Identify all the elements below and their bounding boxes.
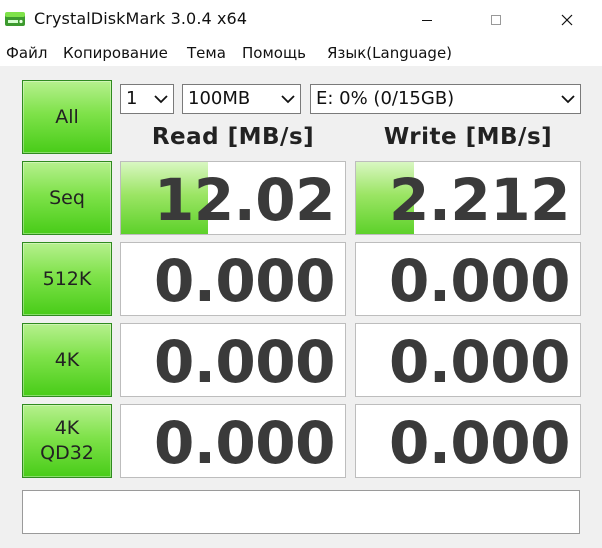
disk-app-icon xyxy=(5,12,25,26)
4k-write-result: 0.000 xyxy=(355,323,581,397)
test-label: 4K xyxy=(54,348,80,371)
read-value: 0.000 xyxy=(154,247,335,315)
menu-file[interactable]: Файл xyxy=(6,44,47,62)
write-value: 0.000 xyxy=(389,247,570,315)
test-label: 4K QD32 xyxy=(40,417,94,464)
seq-read-result: 12.02 xyxy=(120,161,346,235)
menu-copy[interactable]: Копирование xyxy=(63,44,168,62)
title-bar: CrystalDiskMark 3.0.4 x64 xyxy=(0,0,602,40)
4k-read-result: 0.000 xyxy=(120,323,346,397)
maximize-button[interactable] xyxy=(473,0,519,40)
test-size-select[interactable]: 100MB xyxy=(182,84,301,114)
seq-test-button[interactable]: Seq xyxy=(22,161,112,235)
test-size-value: 100MB xyxy=(188,88,251,109)
minimize-button[interactable] xyxy=(404,0,450,40)
menu-help[interactable]: Помощь xyxy=(242,44,306,62)
512k-read-result: 0.000 xyxy=(120,242,346,316)
read-value: 0.000 xyxy=(154,328,335,396)
write-value: 0.000 xyxy=(389,328,570,396)
window-title: CrystalDiskMark 3.0.4 x64 xyxy=(34,9,248,28)
4k-qd32-test-button[interactable]: 4K QD32 xyxy=(22,404,112,478)
read-value: 0.000 xyxy=(154,409,335,477)
test-count-value: 1 xyxy=(126,88,138,109)
all-button[interactable]: All xyxy=(22,80,112,154)
test-count-select[interactable]: 1 xyxy=(120,84,174,114)
chevron-down-icon xyxy=(281,95,295,104)
menu-theme[interactable]: Тема xyxy=(187,44,226,62)
close-icon xyxy=(561,14,573,26)
write-value: 0.000 xyxy=(389,409,570,477)
menu-bar: Файл Копирование Тема Помощь Язык(Langua… xyxy=(0,40,602,66)
maximize-icon xyxy=(491,15,501,25)
menu-language[interactable]: Язык(Language) xyxy=(327,44,452,62)
512k-test-button[interactable]: 512K xyxy=(22,242,112,316)
512k-write-result: 0.000 xyxy=(355,242,581,316)
4k-test-button[interactable]: 4K xyxy=(22,323,112,397)
close-button[interactable] xyxy=(544,0,590,40)
chevron-down-icon xyxy=(154,95,168,104)
write-value: 2.212 xyxy=(389,166,570,234)
minimize-icon xyxy=(422,20,432,21)
chevron-down-icon xyxy=(561,95,575,104)
test-label: 512K xyxy=(42,267,92,290)
drive-select[interactable]: E: 0% (0/15GB) xyxy=(310,84,581,114)
read-value: 12.02 xyxy=(154,166,335,234)
drive-value: E: 0% (0/15GB) xyxy=(316,88,455,109)
write-header: Write [MB/s] xyxy=(383,124,553,150)
4k-qd32-write-result: 0.000 xyxy=(355,404,581,478)
read-header: Read [MB/s] xyxy=(151,124,315,150)
4k-qd32-read-result: 0.000 xyxy=(120,404,346,478)
comment-field[interactable] xyxy=(22,490,580,534)
test-label: Seq xyxy=(49,186,85,209)
all-button-label: All xyxy=(55,105,79,128)
seq-write-result: 2.212 xyxy=(355,161,581,235)
